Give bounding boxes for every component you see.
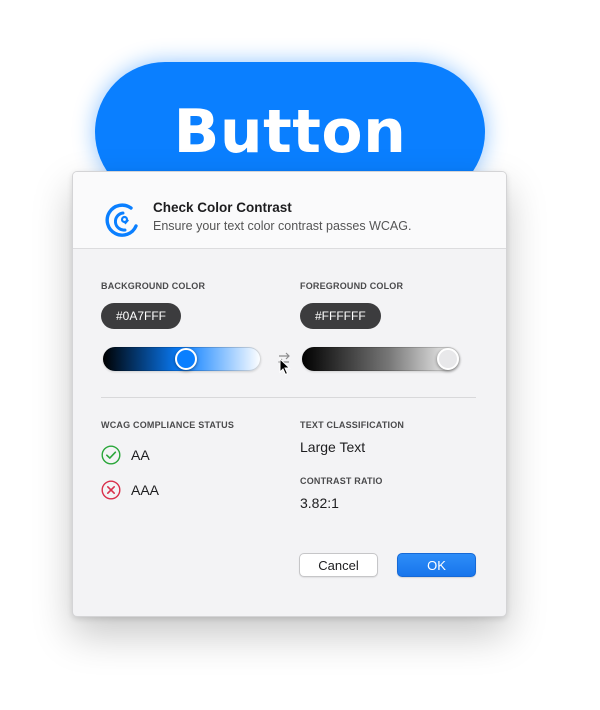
compliance-item-aa: AA	[101, 444, 150, 466]
contrast-checker-icon	[105, 203, 138, 237]
background-color-label: BACKGROUND COLOR	[101, 281, 206, 291]
section-divider	[101, 397, 476, 398]
contrast-dialog: Check Color Contrast Ensure your text co…	[72, 171, 507, 617]
compliance-level-label: AA	[131, 447, 150, 463]
classification-value: Large Text	[300, 439, 366, 455]
check-circle-icon	[101, 445, 121, 465]
foreground-color-label: FOREGROUND COLOR	[300, 281, 404, 291]
compliance-label: WCAG COMPLIANCE STATUS	[101, 420, 235, 430]
stage: Button Check Color Contrast Ensure your …	[0, 0, 600, 710]
dialog-header: Check Color Contrast Ensure your text co…	[73, 172, 506, 249]
cancel-button[interactable]: Cancel	[299, 553, 378, 577]
foreground-hex-field[interactable]: #FFFFFF	[300, 303, 381, 329]
background-color-slider[interactable]	[103, 347, 261, 371]
dialog-title: Check Color Contrast	[153, 200, 292, 215]
preview-button-label: Button	[173, 97, 407, 167]
background-slider-knob[interactable]	[175, 348, 198, 370]
classification-label: TEXT CLASSIFICATION	[300, 420, 405, 430]
background-hex-field[interactable]: #0A7FFF	[101, 303, 182, 329]
ok-button[interactable]: OK	[397, 553, 476, 577]
contrast-ratio-value: 3.82:1	[300, 495, 339, 511]
x-circle-icon	[101, 480, 121, 500]
dialog-subtitle: Ensure your text color contrast passes W…	[153, 219, 412, 233]
compliance-item-aaa: AAA	[101, 479, 159, 501]
contrast-ratio-label: CONTRAST RATIO	[300, 476, 383, 486]
foreground-color-slider[interactable]	[302, 347, 460, 371]
foreground-slider-knob[interactable]	[437, 348, 459, 370]
compliance-level-label: AAA	[131, 482, 160, 498]
mouse-cursor-icon	[279, 358, 291, 376]
